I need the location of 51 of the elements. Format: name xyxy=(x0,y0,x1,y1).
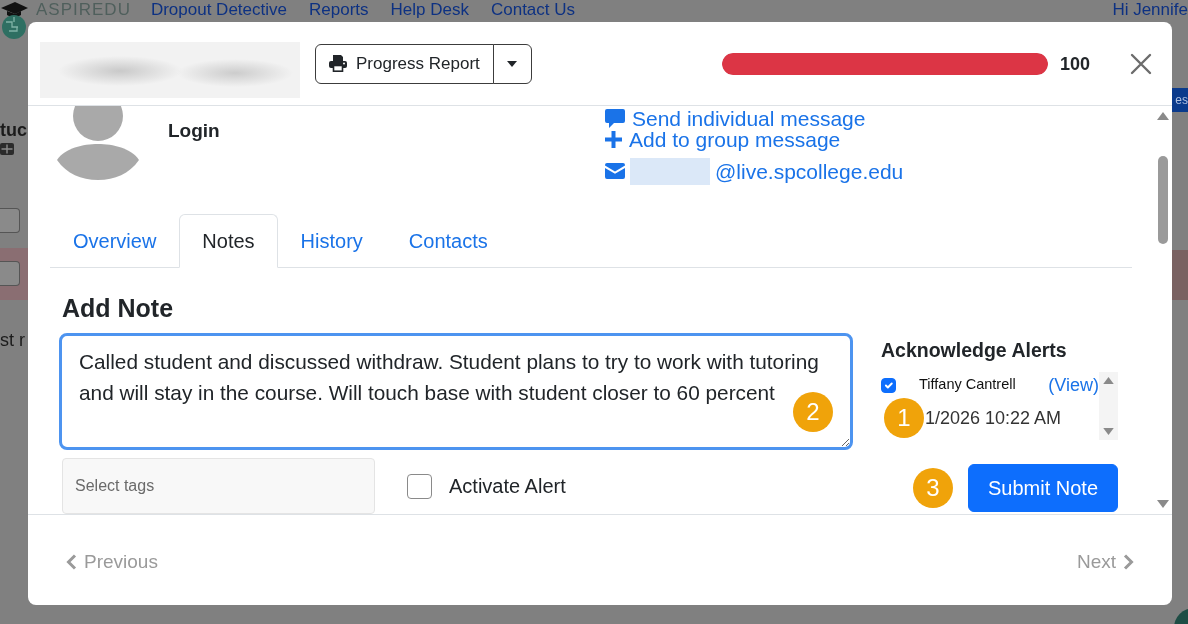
checkbox[interactable] xyxy=(881,377,896,393)
tab[interactable]: Contacts xyxy=(385,214,511,268)
email-link[interactable]: @live.spcollege.edu xyxy=(715,160,904,182)
callout-marker: 3 xyxy=(913,468,953,508)
scroll-down-arrow-icon xyxy=(1103,428,1114,435)
caret-icon xyxy=(507,60,518,67)
chevron-left-icon xyxy=(66,554,77,570)
chevron-right-icon xyxy=(1123,554,1134,570)
background-button[interactable]: es xyxy=(1172,88,1188,112)
speech-bubble-icon xyxy=(605,109,625,128)
checkbox[interactable] xyxy=(407,473,432,499)
view-link[interactable]: (View) xyxy=(1048,371,1099,399)
nav-link[interactable]: Reports xyxy=(309,0,369,20)
tab[interactable]: History xyxy=(277,214,386,268)
page-text: st r xyxy=(0,329,25,352)
avatar-silhouette-icon xyxy=(55,106,141,180)
progress-value: 100 xyxy=(1059,52,1090,75)
input-field xyxy=(0,261,20,286)
envelope-icon xyxy=(605,163,625,179)
logo-icon xyxy=(0,0,28,40)
close-button[interactable] xyxy=(1130,52,1152,75)
progress-report-button[interactable]: Progress Report xyxy=(315,43,494,84)
table-icon xyxy=(0,143,14,155)
greeting-link[interactable]: Hi Jennife xyxy=(1112,0,1188,20)
nav-link[interactable]: Dropout Detective xyxy=(150,0,287,20)
highlighted-row-background xyxy=(1172,250,1188,300)
input-field xyxy=(0,208,20,233)
tags-select-field[interactable]: Select tags xyxy=(62,458,375,514)
close-icon xyxy=(1130,52,1152,75)
submit-note-button[interactable]: Submit Note xyxy=(968,464,1118,512)
scroll-down-arrow-icon xyxy=(1156,500,1169,508)
plus-icon xyxy=(605,131,622,148)
tab[interactable]: Overview xyxy=(50,214,180,268)
scroll-up-arrow-icon xyxy=(1103,377,1114,384)
page-heading: tuc xyxy=(0,119,27,141)
group-message-link[interactable]: Add to group message xyxy=(629,129,841,150)
alert-date: 1/2026 10:22 AM xyxy=(925,406,1062,430)
callout-marker: 1 xyxy=(884,398,924,438)
alert-name: Tiffany Cantrell xyxy=(919,375,1016,395)
send-message-link[interactable]: Send individual message xyxy=(632,108,866,129)
section-heading: Add Note xyxy=(62,293,175,323)
scrollbar-thumb[interactable] xyxy=(1157,156,1168,244)
tab[interactable]: Notes xyxy=(179,214,278,268)
dropdown-toggle-button[interactable] xyxy=(492,43,532,84)
section-heading: Acknowledge Alerts xyxy=(881,338,1068,362)
checkbox-label: Activate Alert xyxy=(449,474,566,499)
nav-link[interactable]: Contact Us xyxy=(490,0,576,20)
scroll-up-arrow-icon xyxy=(1156,112,1169,120)
printer-icon xyxy=(329,55,347,72)
login-label: Login xyxy=(168,119,220,143)
nav-link[interactable]: Help Desk xyxy=(390,0,469,20)
